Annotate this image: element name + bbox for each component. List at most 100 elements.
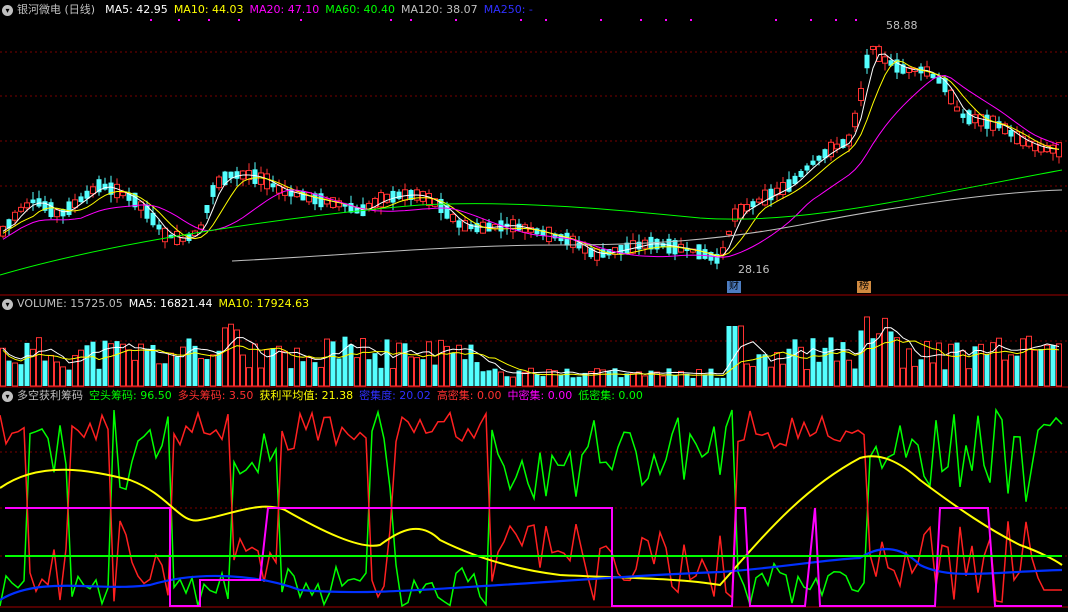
chip-settings-icon[interactable]: ▾ bbox=[2, 390, 13, 402]
volume-bar-down bbox=[216, 350, 222, 386]
price-candle-down bbox=[702, 249, 708, 259]
volume-bar-up bbox=[72, 355, 78, 387]
volume-bar-down bbox=[534, 374, 540, 386]
price-candle-down bbox=[390, 190, 396, 203]
price-candle-up bbox=[162, 227, 168, 243]
volume-bar-down bbox=[822, 347, 828, 386]
volume-ma10-indicator: MA10: 17924.63 bbox=[218, 297, 310, 310]
signal-dot bbox=[690, 19, 692, 21]
volume-bar-up bbox=[594, 368, 600, 387]
volume-bar-down bbox=[606, 371, 612, 386]
price-candle-up bbox=[990, 115, 996, 131]
volume-bar-up bbox=[354, 357, 360, 387]
chip-legend: ▾ 多空获利筹码 空头筹码: 96.50 多头筹码: 3.50 获利平均值: 2… bbox=[2, 388, 649, 404]
price-candle-up bbox=[174, 231, 180, 245]
price-candle-up bbox=[120, 191, 126, 197]
volume-bar-down bbox=[24, 342, 30, 386]
volume-bar-down bbox=[816, 361, 822, 386]
volume-bar-down bbox=[96, 368, 102, 386]
volume-bar-down bbox=[450, 352, 456, 386]
volume-bar-up bbox=[630, 372, 636, 387]
volume-bar-up bbox=[552, 370, 558, 387]
volume-bar-down bbox=[300, 361, 306, 386]
price-settings-icon[interactable]: ▾ bbox=[2, 4, 13, 16]
ranking-list-tag[interactable]: 榜 bbox=[857, 281, 871, 293]
volume-bar-down bbox=[366, 359, 372, 386]
volume-bar-up bbox=[318, 366, 324, 387]
price-candle-up bbox=[216, 176, 222, 189]
volume-bar-up bbox=[780, 363, 786, 387]
profit-average-indicator: 获利平均值: 21.38 bbox=[259, 389, 354, 402]
volume-bar-down bbox=[474, 362, 480, 386]
price-candle-down bbox=[210, 185, 216, 197]
volume-bar-up bbox=[210, 354, 216, 387]
price-candle-up bbox=[378, 192, 384, 208]
price-candle-down bbox=[36, 198, 42, 207]
volume-bar-down bbox=[954, 342, 960, 386]
volume-bar-up bbox=[168, 352, 174, 387]
price-candle-down bbox=[936, 77, 942, 84]
volume-bar-down bbox=[918, 359, 924, 386]
volume-bar-up bbox=[60, 366, 66, 387]
signal-dot bbox=[390, 19, 392, 21]
price-candle-up bbox=[90, 186, 96, 195]
density-indicator: 密集度: 20.02 bbox=[359, 389, 431, 402]
volume-bar-up bbox=[1020, 338, 1026, 387]
financial-report-tag[interactable]: 财 bbox=[727, 281, 741, 293]
signal-dot bbox=[238, 19, 240, 21]
volume-bar-up bbox=[1008, 354, 1014, 387]
price-candle-up bbox=[726, 230, 732, 236]
volume-bar-down bbox=[84, 345, 90, 386]
volume-bar-up bbox=[738, 325, 744, 387]
volume-bar-up bbox=[390, 367, 396, 387]
volume-settings-icon[interactable]: ▾ bbox=[2, 298, 13, 310]
signal-dot bbox=[665, 19, 667, 21]
price-candle-down bbox=[222, 171, 228, 186]
volume-bar-down bbox=[480, 371, 486, 386]
volume-bar-up bbox=[948, 343, 954, 387]
volume-bar-down bbox=[540, 376, 546, 386]
volume-bar-up bbox=[456, 344, 462, 387]
volume-bar-up bbox=[696, 369, 702, 387]
volume-bar-up bbox=[660, 375, 666, 387]
volume-bar-up bbox=[36, 337, 42, 387]
volume-bar-down bbox=[384, 339, 390, 386]
volume-bar-up bbox=[768, 366, 774, 387]
price-candle-down bbox=[78, 196, 84, 203]
volume-bar-down bbox=[420, 359, 426, 386]
price-candle-down bbox=[984, 114, 990, 129]
volume-bar-down bbox=[564, 368, 570, 386]
price-candle-down bbox=[798, 170, 804, 178]
volume-indicator: VOLUME: 15725.05 bbox=[17, 297, 123, 310]
volume-bar-down bbox=[144, 348, 150, 386]
signal-dot bbox=[520, 19, 522, 21]
volume-bar-up bbox=[426, 341, 432, 387]
high-density-indicator: 高密集: 0.00 bbox=[436, 389, 502, 402]
stock-title: 银河微电 (日线) bbox=[17, 3, 96, 16]
volume-bar-down bbox=[684, 373, 690, 386]
volume-bar-up bbox=[246, 367, 252, 387]
price-candle-down bbox=[666, 238, 672, 254]
price-candle-up bbox=[402, 189, 408, 201]
volume-bar-up bbox=[894, 337, 900, 387]
volume-bar-up bbox=[0, 347, 6, 387]
volume-bar-down bbox=[714, 377, 720, 386]
volume-bar-up bbox=[642, 375, 648, 387]
volume-bar-down bbox=[690, 377, 696, 386]
volume-bar-up bbox=[258, 367, 264, 387]
signal-dot bbox=[640, 19, 642, 21]
price-candle-up bbox=[570, 235, 576, 248]
ma10-indicator: MA10: 44.03 bbox=[173, 3, 244, 16]
volume-bar-down bbox=[792, 339, 798, 386]
volume-bar-up bbox=[864, 316, 870, 387]
volume-bar-up bbox=[1044, 344, 1050, 387]
volume-bar-up bbox=[132, 359, 138, 387]
price-candle-down bbox=[810, 160, 816, 165]
volume-bar-up bbox=[804, 369, 810, 387]
volume-bar-up bbox=[528, 367, 534, 387]
volume-bar-down bbox=[432, 364, 438, 386]
mid-density-indicator: 中密集: 0.00 bbox=[507, 389, 573, 402]
volume-bar-down bbox=[336, 358, 342, 386]
volume-bar-up bbox=[360, 337, 366, 387]
volume-bar-up bbox=[180, 346, 186, 387]
